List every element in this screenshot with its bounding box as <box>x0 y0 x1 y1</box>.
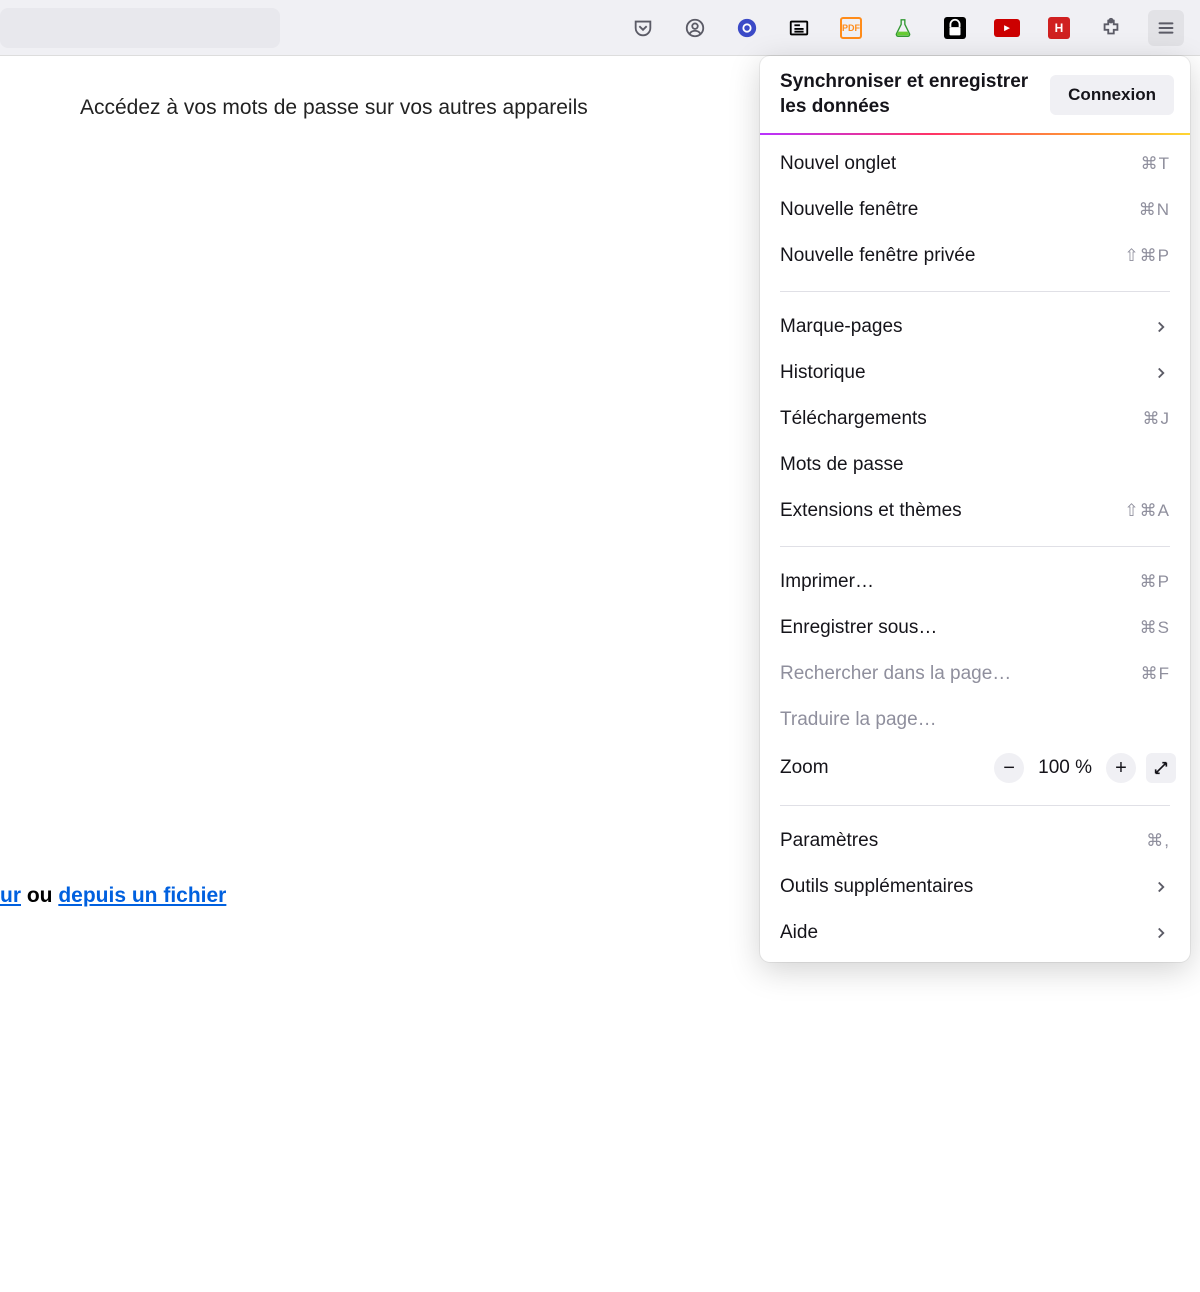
chevron-right-icon <box>1152 364 1170 382</box>
menu-item-label: Enregistrer sous… <box>780 617 937 639</box>
menu-item-label: Historique <box>780 362 866 384</box>
menu-passwords[interactable]: Mots de passe <box>760 442 1190 488</box>
toolbar-icons: PDF ▶ H <box>628 10 1184 46</box>
extension-news-icon[interactable] <box>784 13 814 43</box>
menu-help[interactable]: Aide <box>760 910 1190 956</box>
menu-item-shortcut: ⌘N <box>1139 200 1170 220</box>
chevron-right-icon <box>1152 878 1170 896</box>
menu-section-tabs: Nouvel onglet ⌘T Nouvelle fenêtre ⌘N Nou… <box>760 135 1190 285</box>
menu-section-library: Marque-pages Historique Téléchargements … <box>760 298 1190 540</box>
menu-item-label: Traduire la page… <box>780 709 937 731</box>
account-icon[interactable] <box>680 13 710 43</box>
menu-new-window[interactable]: Nouvelle fenêtre ⌘N <box>760 187 1190 233</box>
menu-sync-title: Synchroniser et enregistrer les données <box>780 70 1030 119</box>
extension-h-icon[interactable]: H <box>1044 13 1074 43</box>
import-from-file-link[interactable]: depuis un fichier <box>58 884 226 907</box>
menu-item-shortcut: ⌘P <box>1140 572 1170 592</box>
sign-in-button[interactable]: Connexion <box>1050 75 1174 115</box>
hamburger-menu-button[interactable] <box>1148 10 1184 46</box>
extension-lock-icon[interactable] <box>940 13 970 43</box>
menu-item-label: Aide <box>780 922 818 944</box>
menu-separator <box>780 291 1170 292</box>
browser-toolbar: PDF ▶ H <box>0 0 1200 56</box>
menu-bookmarks[interactable]: Marque-pages <box>760 304 1190 350</box>
extension-sync-icon[interactable] <box>732 13 762 43</box>
zoom-fullscreen-button[interactable] <box>1146 753 1176 783</box>
menu-item-label: Paramètres <box>780 830 878 852</box>
menu-item-label: Téléchargements <box>780 408 927 430</box>
menu-separator <box>780 546 1170 547</box>
extension-youtube-icon[interactable]: ▶ <box>992 13 1022 43</box>
address-bar[interactable] <box>0 8 280 48</box>
menu-item-shortcut: ⌘T <box>1141 154 1170 174</box>
zoom-out-button[interactable]: − <box>994 753 1024 783</box>
menu-section-settings: Paramètres ⌘, Outils supplémentaires Aid… <box>760 812 1190 962</box>
menu-item-shortcut: ⌘F <box>1141 664 1170 684</box>
menu-new-private-window[interactable]: Nouvelle fenêtre privée ⇧⌘P <box>760 233 1190 279</box>
menu-item-label: Extensions et thèmes <box>780 500 962 522</box>
app-menu: Synchroniser et enregistrer les données … <box>760 56 1190 962</box>
menu-item-label: Nouvel onglet <box>780 153 896 175</box>
zoom-label: Zoom <box>780 757 829 779</box>
menu-sync-header: Synchroniser et enregistrer les données … <box>760 56 1190 133</box>
chevron-right-icon <box>1152 924 1170 942</box>
menu-item-label: Nouvelle fenêtre privée <box>780 245 975 267</box>
zoom-in-button[interactable]: + <box>1106 753 1136 783</box>
menu-extensions-themes[interactable]: Extensions et thèmes ⇧⌘A <box>760 488 1190 534</box>
chevron-right-icon <box>1152 318 1170 336</box>
extension-flask-icon[interactable] <box>888 13 918 43</box>
menu-item-shortcut: ⌘J <box>1143 409 1171 429</box>
zoom-value: 100 % <box>1038 757 1092 779</box>
menu-item-label: Rechercher dans la page… <box>780 663 1011 685</box>
menu-downloads[interactable]: Téléchargements ⌘J <box>760 396 1190 442</box>
menu-item-shortcut: ⇧⌘P <box>1124 246 1170 266</box>
menu-item-label: Mots de passe <box>780 454 904 476</box>
extension-pdf-icon[interactable]: PDF <box>836 13 866 43</box>
menu-item-label: Imprimer… <box>780 571 874 593</box>
menu-translate-page: Traduire la page… <box>760 697 1190 743</box>
menu-print[interactable]: Imprimer… ⌘P <box>760 559 1190 605</box>
menu-section-page: Imprimer… ⌘P Enregistrer sous… ⌘S Recher… <box>760 553 1190 799</box>
menu-settings[interactable]: Paramètres ⌘, <box>760 818 1190 864</box>
menu-new-tab[interactable]: Nouvel onglet ⌘T <box>760 141 1190 187</box>
menu-history[interactable]: Historique <box>760 350 1190 396</box>
menu-find-in-page: Rechercher dans la page… ⌘F <box>760 651 1190 697</box>
menu-item-label: Outils supplémentaires <box>780 876 973 898</box>
menu-item-label: Nouvelle fenêtre <box>780 199 918 221</box>
extensions-icon[interactable] <box>1096 13 1126 43</box>
menu-item-shortcut: ⇧⌘A <box>1124 501 1170 521</box>
pocket-icon[interactable] <box>628 13 658 43</box>
menu-save-as[interactable]: Enregistrer sous… ⌘S <box>760 605 1190 651</box>
import-from-browser-link[interactable]: ur <box>0 884 21 907</box>
import-text-or: ou <box>21 884 58 907</box>
zoom-controls: − 100 % + <box>994 753 1176 783</box>
menu-more-tools[interactable]: Outils supplémentaires <box>760 864 1190 910</box>
menu-item-label: Marque-pages <box>780 316 903 338</box>
menu-zoom-row: Zoom − 100 % + <box>760 743 1190 793</box>
menu-item-shortcut: ⌘, <box>1146 831 1170 851</box>
menu-separator <box>780 805 1170 806</box>
import-passwords-line: ur ou depuis un fichier <box>0 884 226 908</box>
menu-item-shortcut: ⌘S <box>1140 618 1170 638</box>
